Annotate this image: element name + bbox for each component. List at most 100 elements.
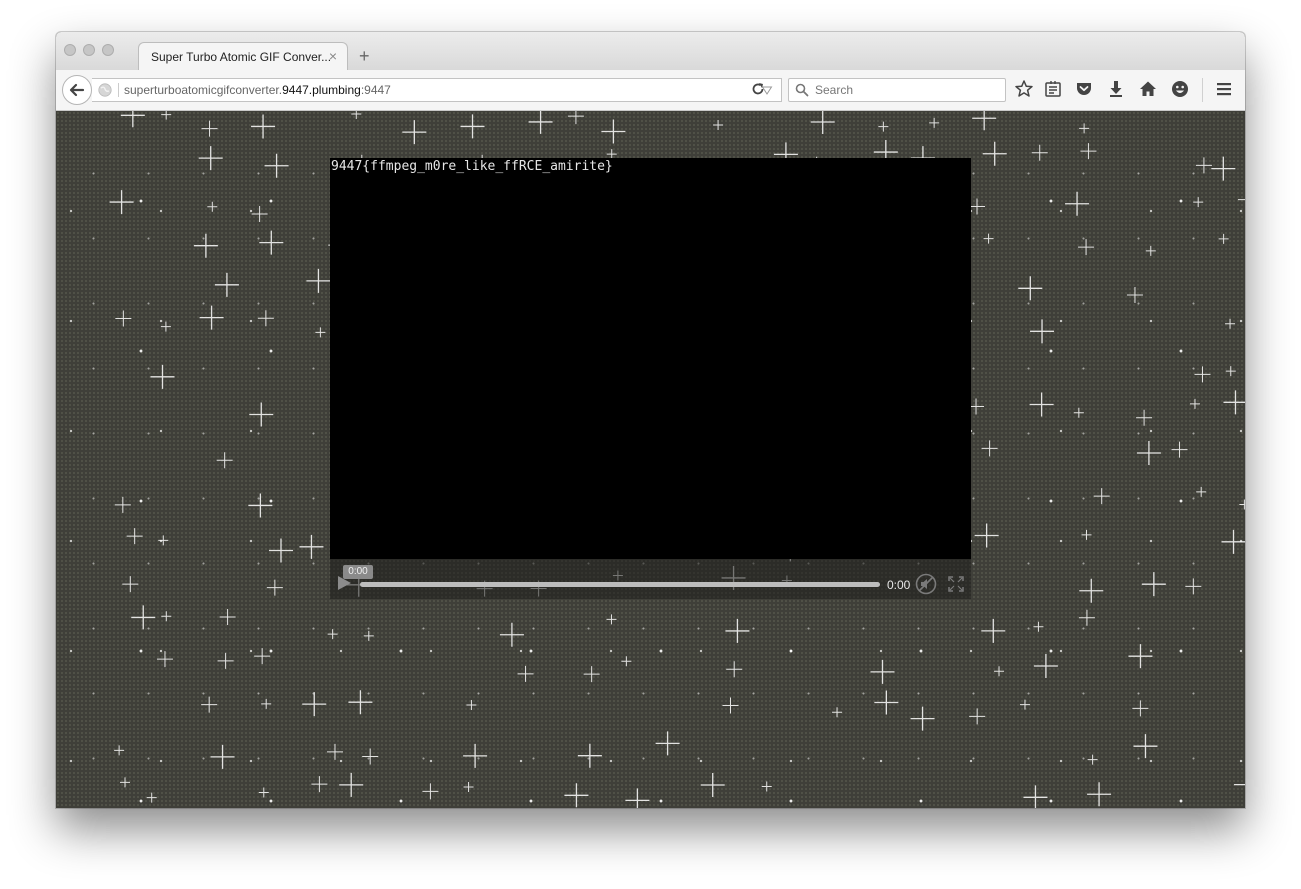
sparkle-star	[1195, 157, 1212, 174]
fullscreen-icon[interactable]	[948, 576, 964, 592]
sparkle-star	[700, 773, 725, 798]
sparkle-star	[929, 117, 940, 128]
url-text[interactable]: superturboatomicgifconverter.9447.plumbi…	[124, 83, 391, 97]
mute-icon[interactable]	[915, 573, 937, 595]
sparkle-star	[1078, 239, 1095, 256]
sparkle-star	[150, 364, 175, 389]
sparkle-star	[120, 777, 131, 788]
title-bar: Super Turbo Atomic GIF Conver... × +	[56, 32, 1245, 71]
reload-icon[interactable]	[750, 81, 766, 97]
sparkle-star	[268, 538, 293, 563]
sparkle-star	[601, 119, 626, 144]
sparkle-star	[460, 114, 485, 139]
sparkle-star	[499, 622, 524, 647]
search-bar[interactable]: Search	[788, 78, 1006, 102]
sparkle-star	[1223, 390, 1245, 415]
close-window-button[interactable]	[64, 44, 76, 56]
sparkle-star	[109, 190, 134, 215]
sparkle-star	[1033, 654, 1058, 679]
sparkle-star	[339, 772, 364, 797]
sparkle-star	[120, 111, 145, 128]
sparkle-star	[1030, 319, 1055, 344]
home-icon[interactable]	[1138, 79, 1158, 99]
url-separator	[118, 83, 119, 97]
globe-icon[interactable]	[98, 83, 112, 97]
sparkle-star	[567, 111, 584, 125]
sparkle-star	[126, 528, 143, 545]
sparkle-star	[463, 743, 488, 768]
sparkle-star	[1126, 286, 1143, 303]
sparkle-star	[1239, 499, 1245, 510]
sparkle-star	[161, 611, 172, 622]
tab-super-turbo[interactable]: Super Turbo Atomic GIF Conver... ×	[138, 42, 348, 71]
sparkle-star	[259, 230, 284, 255]
sparkle-star	[210, 744, 235, 769]
page-content: 9447{ffmpeg_m0re_like_ffRCE_amirite} 0:0…	[56, 111, 1245, 808]
sparkle-star	[874, 690, 899, 715]
sparkle-star	[1093, 488, 1110, 505]
smiley-icon[interactable]	[1170, 79, 1190, 99]
minimize-window-button[interactable]	[83, 44, 95, 56]
sparkle-star	[160, 321, 171, 332]
sparkle-star	[1087, 782, 1112, 807]
sparkle-star	[1033, 621, 1044, 632]
sparkle-star	[981, 440, 998, 457]
sparkle-star	[466, 700, 477, 711]
sparkle-star	[1078, 609, 1095, 626]
sparkle-star	[131, 605, 156, 630]
sparkle-star	[311, 776, 328, 793]
menu-icon[interactable]	[1214, 79, 1234, 99]
sparkle-star	[251, 205, 268, 222]
sparkle-star	[216, 452, 233, 469]
navigation-toolbar: superturboatomicgifconverter.9447.plumbi…	[56, 70, 1245, 111]
sparkle-star	[306, 268, 331, 293]
sparkle-star	[994, 666, 1005, 677]
video-progress-bar[interactable]	[360, 582, 880, 587]
search-icon	[795, 83, 809, 97]
sparkle-star	[1019, 699, 1030, 710]
sparkle-star	[1081, 529, 1092, 540]
sparkle-star	[726, 661, 743, 678]
sparkle-star	[201, 120, 218, 137]
sparkle-star	[1133, 734, 1158, 759]
reading-list-icon[interactable]	[1043, 79, 1063, 99]
url-bar[interactable]: superturboatomicgifconverter.9447.plumbi…	[92, 78, 782, 102]
sparkle-star	[1225, 366, 1236, 377]
bookmark-star-icon[interactable]	[1014, 79, 1034, 99]
pocket-icon[interactable]	[1074, 79, 1094, 99]
sparkle-star	[115, 310, 132, 327]
sparkle-star	[348, 690, 373, 715]
sparkle-star	[146, 792, 157, 803]
toolbar-separator	[1202, 78, 1203, 102]
sparkle-star	[583, 666, 600, 683]
sparkle-star	[1194, 366, 1211, 383]
sparkle-star	[114, 745, 125, 756]
sparkle-star	[122, 576, 139, 593]
video-frame[interactable]: 9447{ffmpeg_m0re_like_ffRCE_amirite}	[330, 158, 971, 559]
sparkle-star	[362, 748, 379, 765]
sparkle-star	[722, 697, 739, 714]
sparkle-star	[1023, 785, 1048, 808]
video-controls: 0:00 0:00	[330, 559, 971, 599]
sparkle-star	[219, 608, 236, 625]
sparkle-star	[114, 496, 131, 513]
zoom-window-button[interactable]	[102, 44, 114, 56]
sparkle-star	[315, 327, 326, 338]
sparkle-star	[302, 692, 327, 717]
sparkle-star	[158, 535, 169, 546]
tab-close-icon[interactable]: ×	[329, 48, 337, 64]
download-icon[interactable]	[1106, 79, 1126, 99]
sparkle-star	[1193, 197, 1204, 208]
sparkle-star	[254, 648, 271, 665]
time-tooltip: 0:00	[343, 565, 373, 579]
sparkle-star	[974, 523, 999, 548]
sparkle-star	[363, 630, 374, 641]
sparkle-star	[198, 146, 223, 171]
sparkle-star	[1196, 486, 1207, 497]
sparkle-star	[983, 233, 994, 244]
sparkle-star	[577, 743, 602, 768]
back-button[interactable]	[62, 75, 92, 105]
sparkle-star	[249, 402, 274, 427]
sparkle-star	[257, 310, 274, 327]
new-tab-button[interactable]: +	[359, 47, 370, 65]
